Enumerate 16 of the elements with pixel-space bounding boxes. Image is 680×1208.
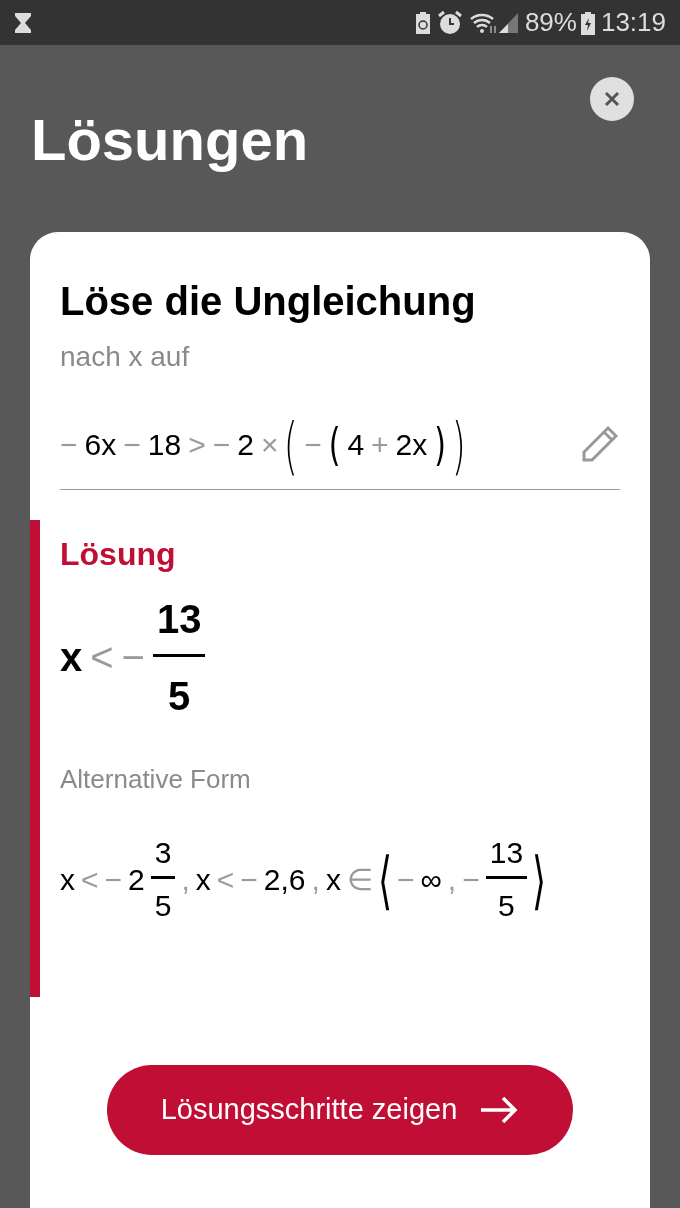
- close-button[interactable]: [590, 77, 634, 121]
- battery-charging-icon: [580, 10, 595, 35]
- alarm-clock-icon: [436, 9, 463, 36]
- clock-time: 13:19: [600, 6, 666, 39]
- alternative-form-label: Alternative Form: [60, 763, 252, 796]
- problem-expression: − 6x − 18 > − 2 ×(−(4 + 2x)): [60, 406, 465, 484]
- show-steps-button[interactable]: Lösungsschritte zeigen: [107, 1065, 573, 1155]
- solution-expression: x < − 13 5: [60, 582, 650, 732]
- hourglass-icon: [14, 11, 32, 34]
- battery-saver-icon: [414, 10, 431, 35]
- close-icon: [604, 91, 620, 107]
- arrow-right-icon: [479, 1095, 520, 1125]
- card-subtitle: nach x auf: [59, 340, 191, 374]
- card-heading: Löse die Ungleichung: [59, 278, 477, 325]
- battery-percentage: 89%: [524, 6, 577, 39]
- solution-label: Lösung: [60, 535, 177, 574]
